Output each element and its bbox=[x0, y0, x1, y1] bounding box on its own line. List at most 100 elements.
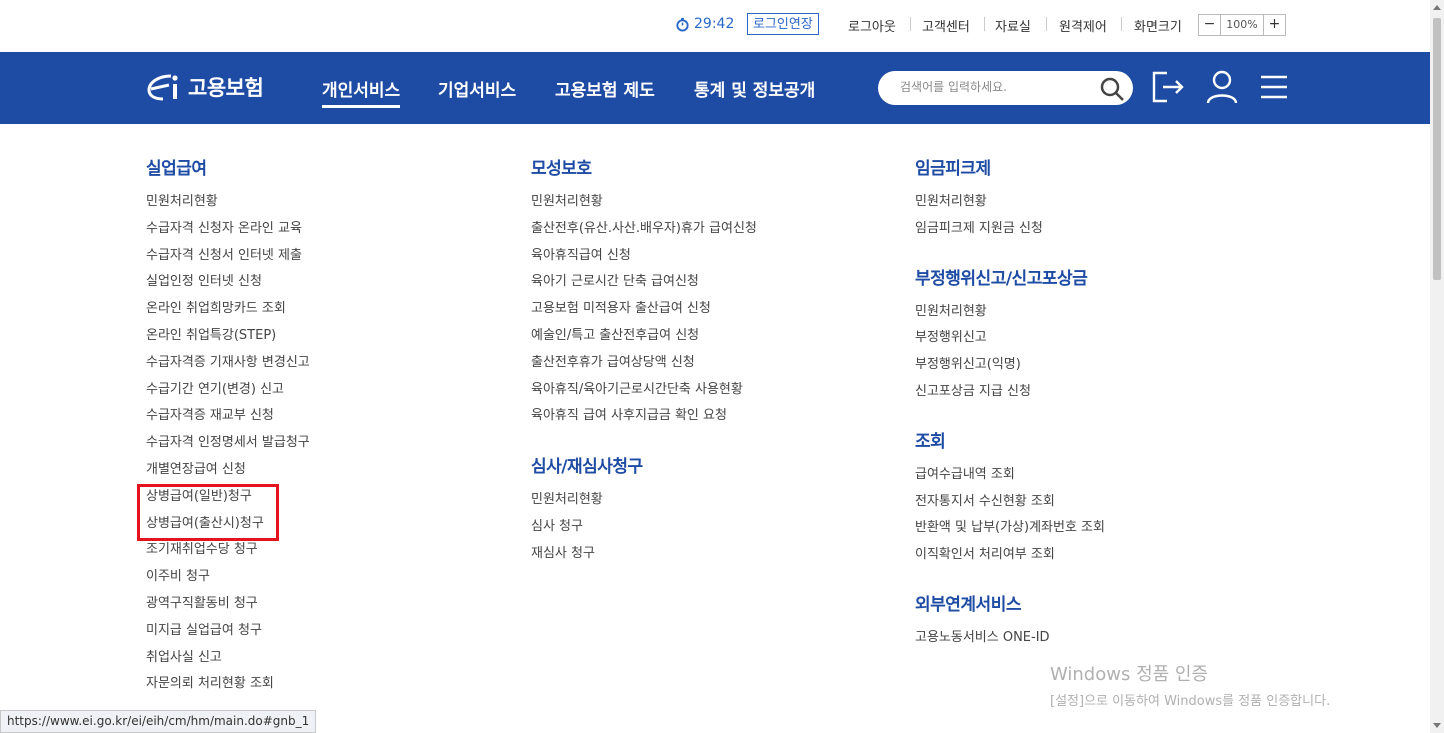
menu-link[interactable]: 이직확인서 처리여부 조회 bbox=[915, 547, 1055, 562]
section-list: 고용노동서비스 ONE-ID bbox=[915, 625, 1105, 652]
site-logo[interactable]: 고용보험 bbox=[145, 70, 264, 104]
menu-link[interactable]: 수급자격 인정명세서 발급청구 bbox=[146, 435, 310, 450]
menu-link[interactable]: 수급자격증 재교부 신청 bbox=[146, 408, 274, 423]
list-item: 예술인/특고 출산전후급여 신청 bbox=[531, 323, 757, 350]
menu-link[interactable]: 고용보험 미적용자 출산급여 신청 bbox=[531, 301, 711, 316]
menu-link[interactable]: 미지급 실업급여 청구 bbox=[146, 623, 262, 638]
menu-link[interactable]: 취업사실 신고 bbox=[146, 650, 222, 665]
section-list: 민원처리현황출산전후(유산.사산.배우자)휴가 급여신청육아휴직급여 신청육아기… bbox=[531, 189, 757, 430]
menu-link[interactable]: 민원처리현황 bbox=[531, 492, 603, 507]
menu-link[interactable]: 민원처리현황 bbox=[531, 194, 603, 209]
logout-link[interactable]: 로그아웃 bbox=[848, 16, 896, 35]
menu-column-3: 임금피크제 민원처리현황 임금피크제 지원금 신청 부정행위신고/신고포상금 민원… bbox=[915, 155, 1105, 652]
menu-link[interactable]: 수급자격 신청자 온라인 교육 bbox=[146, 221, 302, 236]
section-list: 민원처리현황수급자격 신청자 온라인 교육수급자격 신청서 인터넷 제출실업인정… bbox=[146, 189, 310, 698]
remote-control-link[interactable]: 원격제어 bbox=[1059, 16, 1107, 35]
list-item: 광역구직활동비 청구 bbox=[146, 591, 310, 618]
zoom-in-button[interactable]: + bbox=[1264, 15, 1285, 35]
list-item: 민원처리현황 bbox=[531, 487, 757, 514]
user-icon[interactable] bbox=[1205, 69, 1239, 105]
list-item: 신고포상금 지급 신청 bbox=[915, 379, 1105, 406]
screen-size-label: 화면크기 bbox=[1134, 20, 1182, 35]
menu-link[interactable]: 자문의뢰 처리현황 조회 bbox=[146, 676, 274, 691]
section-title: 부정행위신고/신고포상금 bbox=[915, 268, 1088, 289]
menu-link[interactable]: 이주비 청구 bbox=[146, 569, 210, 584]
menu-link[interactable]: 민원처리현황 bbox=[146, 194, 218, 209]
hamburger-menu-icon[interactable] bbox=[1257, 69, 1291, 105]
menu-link[interactable]: 예술인/특고 출산전후급여 신청 bbox=[531, 328, 699, 343]
menu-link[interactable]: 광역구직활동비 청구 bbox=[146, 596, 258, 611]
menu-link[interactable]: 급여수급내역 조회 bbox=[915, 467, 1015, 482]
menu-link[interactable]: 육아휴직급여 신청 bbox=[531, 248, 631, 263]
list-item: 반환액 및 납부(가상)계좌번호 조회 bbox=[915, 515, 1105, 542]
ei-logo-icon bbox=[147, 74, 178, 101]
list-item: 취업사실 신고 bbox=[146, 645, 310, 672]
divider bbox=[910, 17, 911, 31]
session-timer: 29:42 bbox=[675, 16, 734, 32]
customer-center-link[interactable]: 고객센터 bbox=[922, 16, 970, 35]
logout-icon[interactable] bbox=[1151, 69, 1185, 105]
menu-link[interactable]: 민원처리현황 bbox=[915, 194, 987, 209]
library-link[interactable]: 자료실 bbox=[995, 16, 1031, 35]
list-item: 이주비 청구 bbox=[146, 564, 310, 591]
menu-link[interactable]: 육아휴직 급여 사후지급금 확인 요청 bbox=[531, 408, 727, 423]
zoom-value: 100% bbox=[1220, 15, 1264, 35]
menu-link[interactable]: 개별연장급여 신청 bbox=[146, 462, 246, 477]
vertical-scrollbar[interactable] bbox=[1430, 0, 1444, 733]
list-item: 육아휴직 급여 사후지급금 확인 요청 bbox=[531, 403, 757, 430]
menu-link[interactable]: 출산전후(유산.사산.배우자)휴가 급여신청 bbox=[531, 221, 757, 236]
browser-status-bar: https://www.ei.go.kr/ei/eih/cm/hm/main.d… bbox=[0, 710, 317, 733]
menu-link[interactable]: 출산전후휴가 급여상당액 신청 bbox=[531, 355, 695, 370]
menu-link[interactable]: 심사 청구 bbox=[531, 519, 583, 534]
list-item: 민원처리현황 bbox=[146, 189, 310, 216]
menu-link[interactable]: 재심사 청구 bbox=[531, 546, 595, 561]
divider bbox=[984, 17, 985, 31]
list-item: 출산전후(유산.사산.배우자)휴가 급여신청 bbox=[531, 216, 757, 243]
menu-link[interactable]: 수급기간 연기(변경) 신고 bbox=[146, 382, 284, 397]
list-item: 실업인정 인터넷 신청 bbox=[146, 269, 310, 296]
search-icon[interactable] bbox=[1099, 76, 1125, 102]
menu-link[interactable]: 민원처리현황 bbox=[915, 304, 987, 319]
list-item: 수급자격 신청서 인터넷 제출 bbox=[146, 243, 310, 270]
menu-column-1: 실업급여 민원처리현황 수급자격 신청자 온라인 교육 수급자격 신청서 인터넷 제… bbox=[146, 155, 310, 698]
menu-link[interactable]: 부정행위신고(익명) bbox=[915, 357, 1021, 372]
divider bbox=[1046, 17, 1047, 31]
list-item: 민원처리현황 bbox=[915, 189, 1105, 216]
extend-login-button[interactable]: 로그인연장 bbox=[747, 13, 819, 35]
menu-insurance-system[interactable]: 고용보험 제도 bbox=[555, 76, 655, 101]
menu-link[interactable]: 온라인 취업희망카드 조회 bbox=[146, 301, 286, 316]
section-list: 민원처리현황심사 청구재심사 청구 bbox=[531, 487, 757, 567]
scrollbar-thumb[interactable] bbox=[1433, 18, 1441, 280]
list-item: 재심사 청구 bbox=[531, 541, 757, 568]
utility-bar: 29:42 로그인연장 로그아웃 고객센터 자료실 원격제어 화면크기 − 10… bbox=[0, 0, 1430, 52]
menu-link[interactable]: 고용노동서비스 ONE-ID bbox=[915, 630, 1050, 645]
list-item: 조기재취업수당 청구 bbox=[146, 537, 310, 564]
menu-link[interactable]: 실업인정 인터넷 신청 bbox=[146, 274, 262, 289]
menu-link[interactable]: 신고포상금 지급 신청 bbox=[915, 384, 1031, 399]
menu-link[interactable]: 수급자격 신청서 인터넷 제출 bbox=[146, 248, 302, 263]
list-item: 고용노동서비스 ONE-ID bbox=[915, 625, 1105, 652]
search-input[interactable] bbox=[898, 79, 1092, 95]
menu-link[interactable]: 조기재취업수당 청구 bbox=[146, 542, 258, 557]
scroll-up-arrow-icon[interactable] bbox=[1433, 5, 1441, 10]
menu-link[interactable]: 반환액 및 납부(가상)계좌번호 조회 bbox=[915, 520, 1105, 535]
list-item: 미지급 실업급여 청구 bbox=[146, 618, 310, 645]
section-title: 조회 bbox=[915, 431, 946, 452]
list-item: 전자통지서 수신현황 조회 bbox=[915, 489, 1105, 516]
timer-value: 29:42 bbox=[694, 16, 735, 32]
menu-business-service[interactable]: 기업서비스 bbox=[438, 76, 516, 101]
menu-personal-service[interactable]: 개인서비스 bbox=[322, 76, 401, 108]
scroll-down-arrow-icon[interactable] bbox=[1433, 723, 1441, 728]
highlight-annotation-box bbox=[137, 484, 279, 541]
menu-link[interactable]: 온라인 취업특강(STEP) bbox=[146, 328, 276, 343]
menu-link[interactable]: 수급자격증 기재사항 변경신고 bbox=[146, 355, 310, 370]
zoom-out-button[interactable]: − bbox=[1199, 15, 1220, 35]
list-item: 급여수급내역 조회 bbox=[915, 462, 1105, 489]
menu-link[interactable]: 육아기 근로시간 단축 급여신청 bbox=[531, 274, 699, 289]
menu-link[interactable]: 부정행위신고 bbox=[915, 330, 987, 345]
menu-statistics[interactable]: 통계 및 정보공개 bbox=[694, 76, 815, 101]
menu-link[interactable]: 전자통지서 수신현황 조회 bbox=[915, 494, 1055, 509]
menu-link[interactable]: 임금피크제 지원금 신청 bbox=[915, 221, 1043, 236]
list-item: 수급자격 인정명세서 발급청구 bbox=[146, 430, 310, 457]
menu-link[interactable]: 육아휴직/육아기근로시간단축 사용현황 bbox=[531, 382, 743, 397]
